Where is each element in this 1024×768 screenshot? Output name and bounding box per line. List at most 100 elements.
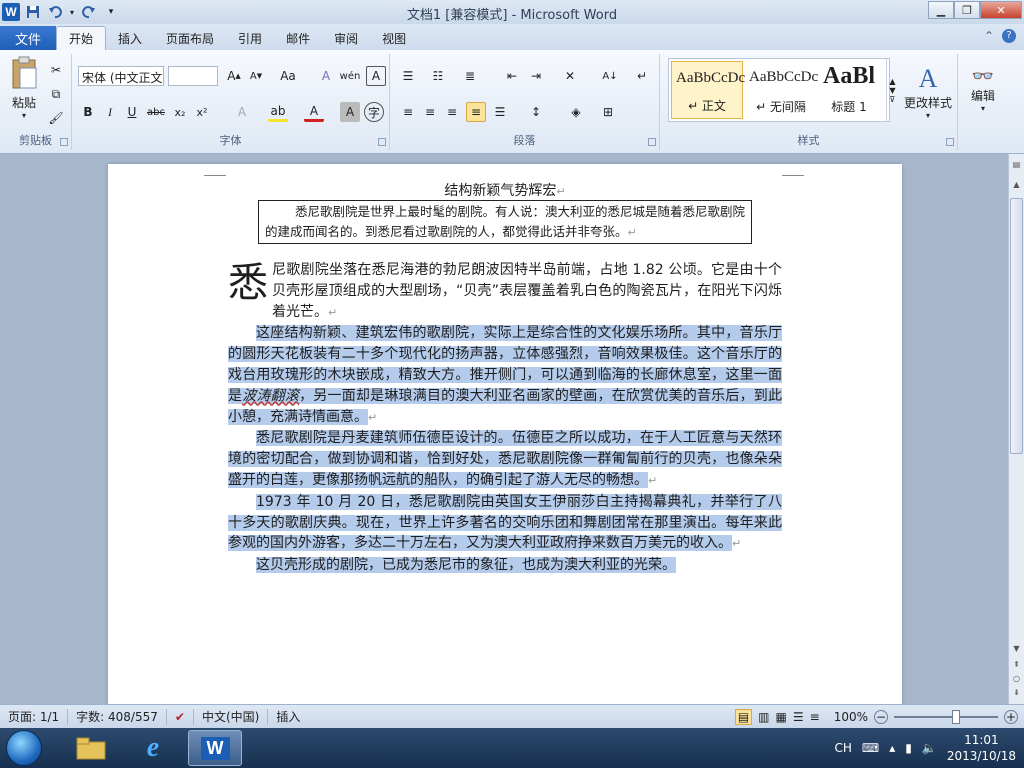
ruler-toggle-icon[interactable]: ▤ xyxy=(1009,160,1024,174)
shrink-font-icon[interactable]: A ▼ xyxy=(246,66,266,86)
clock[interactable]: 11:01 2013/10/18 xyxy=(947,732,1016,764)
show-marks-icon[interactable]: ↵ xyxy=(632,66,652,86)
styles-launcher-icon[interactable] xyxy=(946,138,954,146)
scrollbar-thumb[interactable] xyxy=(1010,198,1023,454)
internet-explorer-icon[interactable]: e xyxy=(126,730,180,766)
justify-icon[interactable]: ≡ xyxy=(466,102,486,122)
start-button[interactable] xyxy=(6,730,42,766)
font-size-select[interactable] xyxy=(168,66,218,86)
outline-view-icon[interactable]: ☰ xyxy=(793,710,804,724)
editing-button[interactable]: 👓 编辑 ▾ xyxy=(962,58,1004,120)
borders-icon[interactable]: ⊞ xyxy=(598,102,618,122)
bold-icon[interactable]: B xyxy=(78,102,98,122)
undo-icon[interactable] xyxy=(46,3,64,21)
multilevel-list-icon[interactable]: ≣ xyxy=(460,66,480,86)
copy-icon[interactable]: ⧉ xyxy=(46,84,66,104)
cut-icon[interactable]: ✂ xyxy=(46,60,66,80)
phonetic-guide-icon[interactable]: wén xyxy=(340,66,361,86)
tab-home[interactable]: 开始 xyxy=(56,26,107,50)
superscript-icon[interactable]: x² xyxy=(192,102,212,122)
change-case-icon[interactable]: Aa xyxy=(278,66,298,86)
document-page[interactable]: 结构新颖气势辉宏↵ 悉尼歌剧院是世界上最时髦的剧院。有人说：澳大利亚的悉尼城是随… xyxy=(108,164,902,704)
zoom-slider-thumb[interactable] xyxy=(952,710,960,724)
clear-formatting-icon[interactable]: A xyxy=(316,66,336,86)
vertical-scrollbar[interactable]: ▤ ▲ ▼ ⇞ ○ ⇟ xyxy=(1008,154,1024,704)
language-status[interactable]: 中文(中国) xyxy=(194,708,269,725)
scroll-down-icon[interactable]: ▼ xyxy=(1009,644,1024,658)
underline-icon[interactable]: U xyxy=(122,102,142,122)
full-screen-reading-icon[interactable]: ▥ xyxy=(758,710,769,724)
undo-dropdown-icon[interactable]: ▾ xyxy=(68,3,76,21)
bullets-icon[interactable]: ☰ xyxy=(398,66,418,86)
numbering-icon[interactable]: ☷ xyxy=(428,66,448,86)
style-normal[interactable]: AaBbCcDc ↵ 正文 xyxy=(671,61,745,119)
style-heading-1[interactable]: AaBl 标题 1 xyxy=(819,61,879,119)
word-taskbar-icon[interactable]: W xyxy=(188,730,242,766)
font-launcher-icon[interactable] xyxy=(378,138,386,146)
save-icon[interactable] xyxy=(24,3,42,21)
zoom-out-button[interactable]: − xyxy=(874,710,888,724)
tab-references[interactable]: 引用 xyxy=(226,26,274,50)
tab-page-layout[interactable]: 页面布局 xyxy=(154,26,226,50)
browse-object-icon[interactable]: ○ xyxy=(1009,674,1024,688)
redo-icon[interactable] xyxy=(80,3,98,21)
word-logo-icon[interactable]: W xyxy=(2,3,20,21)
tab-insert[interactable]: 插入 xyxy=(106,26,154,50)
print-layout-view-icon[interactable]: ▤ xyxy=(734,709,753,725)
line-spacing-icon[interactable]: ↕ xyxy=(526,102,546,122)
close-button[interactable]: ✕ xyxy=(980,1,1022,19)
draft-view-icon[interactable]: ≡ xyxy=(810,710,820,724)
tab-view[interactable]: 视图 xyxy=(370,26,418,50)
ime-indicator[interactable]: CH xyxy=(835,741,852,755)
highlight-icon[interactable]: ab xyxy=(268,102,288,122)
volume-icon[interactable]: 🔈 xyxy=(922,741,937,755)
subscript-icon[interactable]: x₂ xyxy=(170,102,190,122)
network-icon[interactable]: ▮ xyxy=(905,741,912,755)
proofing-icon[interactable]: ✔ xyxy=(167,708,194,725)
tab-mailings[interactable]: 邮件 xyxy=(274,26,322,50)
increase-indent-icon[interactable]: ⇥ xyxy=(526,66,546,86)
align-left-icon[interactable]: ≡ xyxy=(398,102,418,122)
clipboard-launcher-icon[interactable] xyxy=(60,138,68,146)
change-styles-button[interactable]: A 更改样式 ▾ xyxy=(900,56,956,128)
zoom-in-button[interactable]: + xyxy=(1004,710,1018,724)
tab-review[interactable]: 审阅 xyxy=(322,26,370,50)
format-painter-icon[interactable]: 🖌 xyxy=(46,108,66,128)
align-right-icon[interactable]: ≡ xyxy=(442,102,462,122)
sort-icon[interactable]: A↓ xyxy=(600,66,620,86)
decrease-indent-icon[interactable]: ⇤ xyxy=(502,66,522,86)
previous-page-icon[interactable]: ⇞ xyxy=(1009,660,1024,674)
paragraph-launcher-icon[interactable] xyxy=(648,138,656,146)
strikethrough-icon[interactable]: abc xyxy=(146,102,166,122)
font-color-icon[interactable]: A xyxy=(304,102,324,122)
page-count[interactable]: 页面: 1/1 xyxy=(0,708,69,725)
zoom-level[interactable]: 100% xyxy=(834,710,868,724)
maximize-button[interactable]: ❐ xyxy=(954,1,980,19)
align-center-icon[interactable]: ≡ xyxy=(420,102,440,122)
tray-expand-icon[interactable]: ▴ xyxy=(889,741,895,755)
zoom-slider[interactable] xyxy=(894,710,998,724)
styles-scroll[interactable]: ▲ ▼ ⊽ xyxy=(886,58,898,122)
quote-textbox[interactable]: 悉尼歌剧院是世界上最时髦的剧院。有人说：澳大利亚的悉尼城是随着悉尼歌剧院的建成而… xyxy=(258,200,752,244)
text-effects-icon[interactable]: A xyxy=(232,102,252,122)
insert-mode[interactable]: 插入 xyxy=(268,709,308,725)
file-tab[interactable]: 文件 xyxy=(0,26,56,50)
style-no-spacing[interactable]: AaBbCcDc ↵ 无间隔 xyxy=(745,61,818,119)
minimize-button[interactable]: ▁ xyxy=(928,1,954,19)
web-layout-icon[interactable]: ▦ xyxy=(776,710,787,724)
help-icon[interactable]: ? xyxy=(1002,29,1016,43)
customize-toolbar-icon[interactable]: ▾ xyxy=(102,3,120,21)
keyboard-icon[interactable]: ⌨ xyxy=(862,741,879,755)
shading-icon[interactable]: ◈ xyxy=(566,102,586,122)
minimize-ribbon-icon[interactable]: ⌃ xyxy=(984,29,994,43)
next-page-icon[interactable]: ⇟ xyxy=(1009,688,1024,702)
scroll-up-icon[interactable]: ▲ xyxy=(1009,180,1024,194)
enclose-characters-icon[interactable]: 字 xyxy=(364,102,384,122)
paste-button[interactable]: 粘贴 ▾ xyxy=(6,56,42,120)
explorer-icon[interactable] xyxy=(64,730,118,766)
distributed-icon[interactable]: ☰ xyxy=(490,102,510,122)
grow-font-icon[interactable]: A ▲ xyxy=(224,66,244,86)
character-shading-icon[interactable]: A xyxy=(340,102,360,122)
font-name-select[interactable]: 宋体 (中文正文) xyxy=(78,66,164,86)
word-count[interactable]: 字数: 408/557 xyxy=(68,708,167,725)
